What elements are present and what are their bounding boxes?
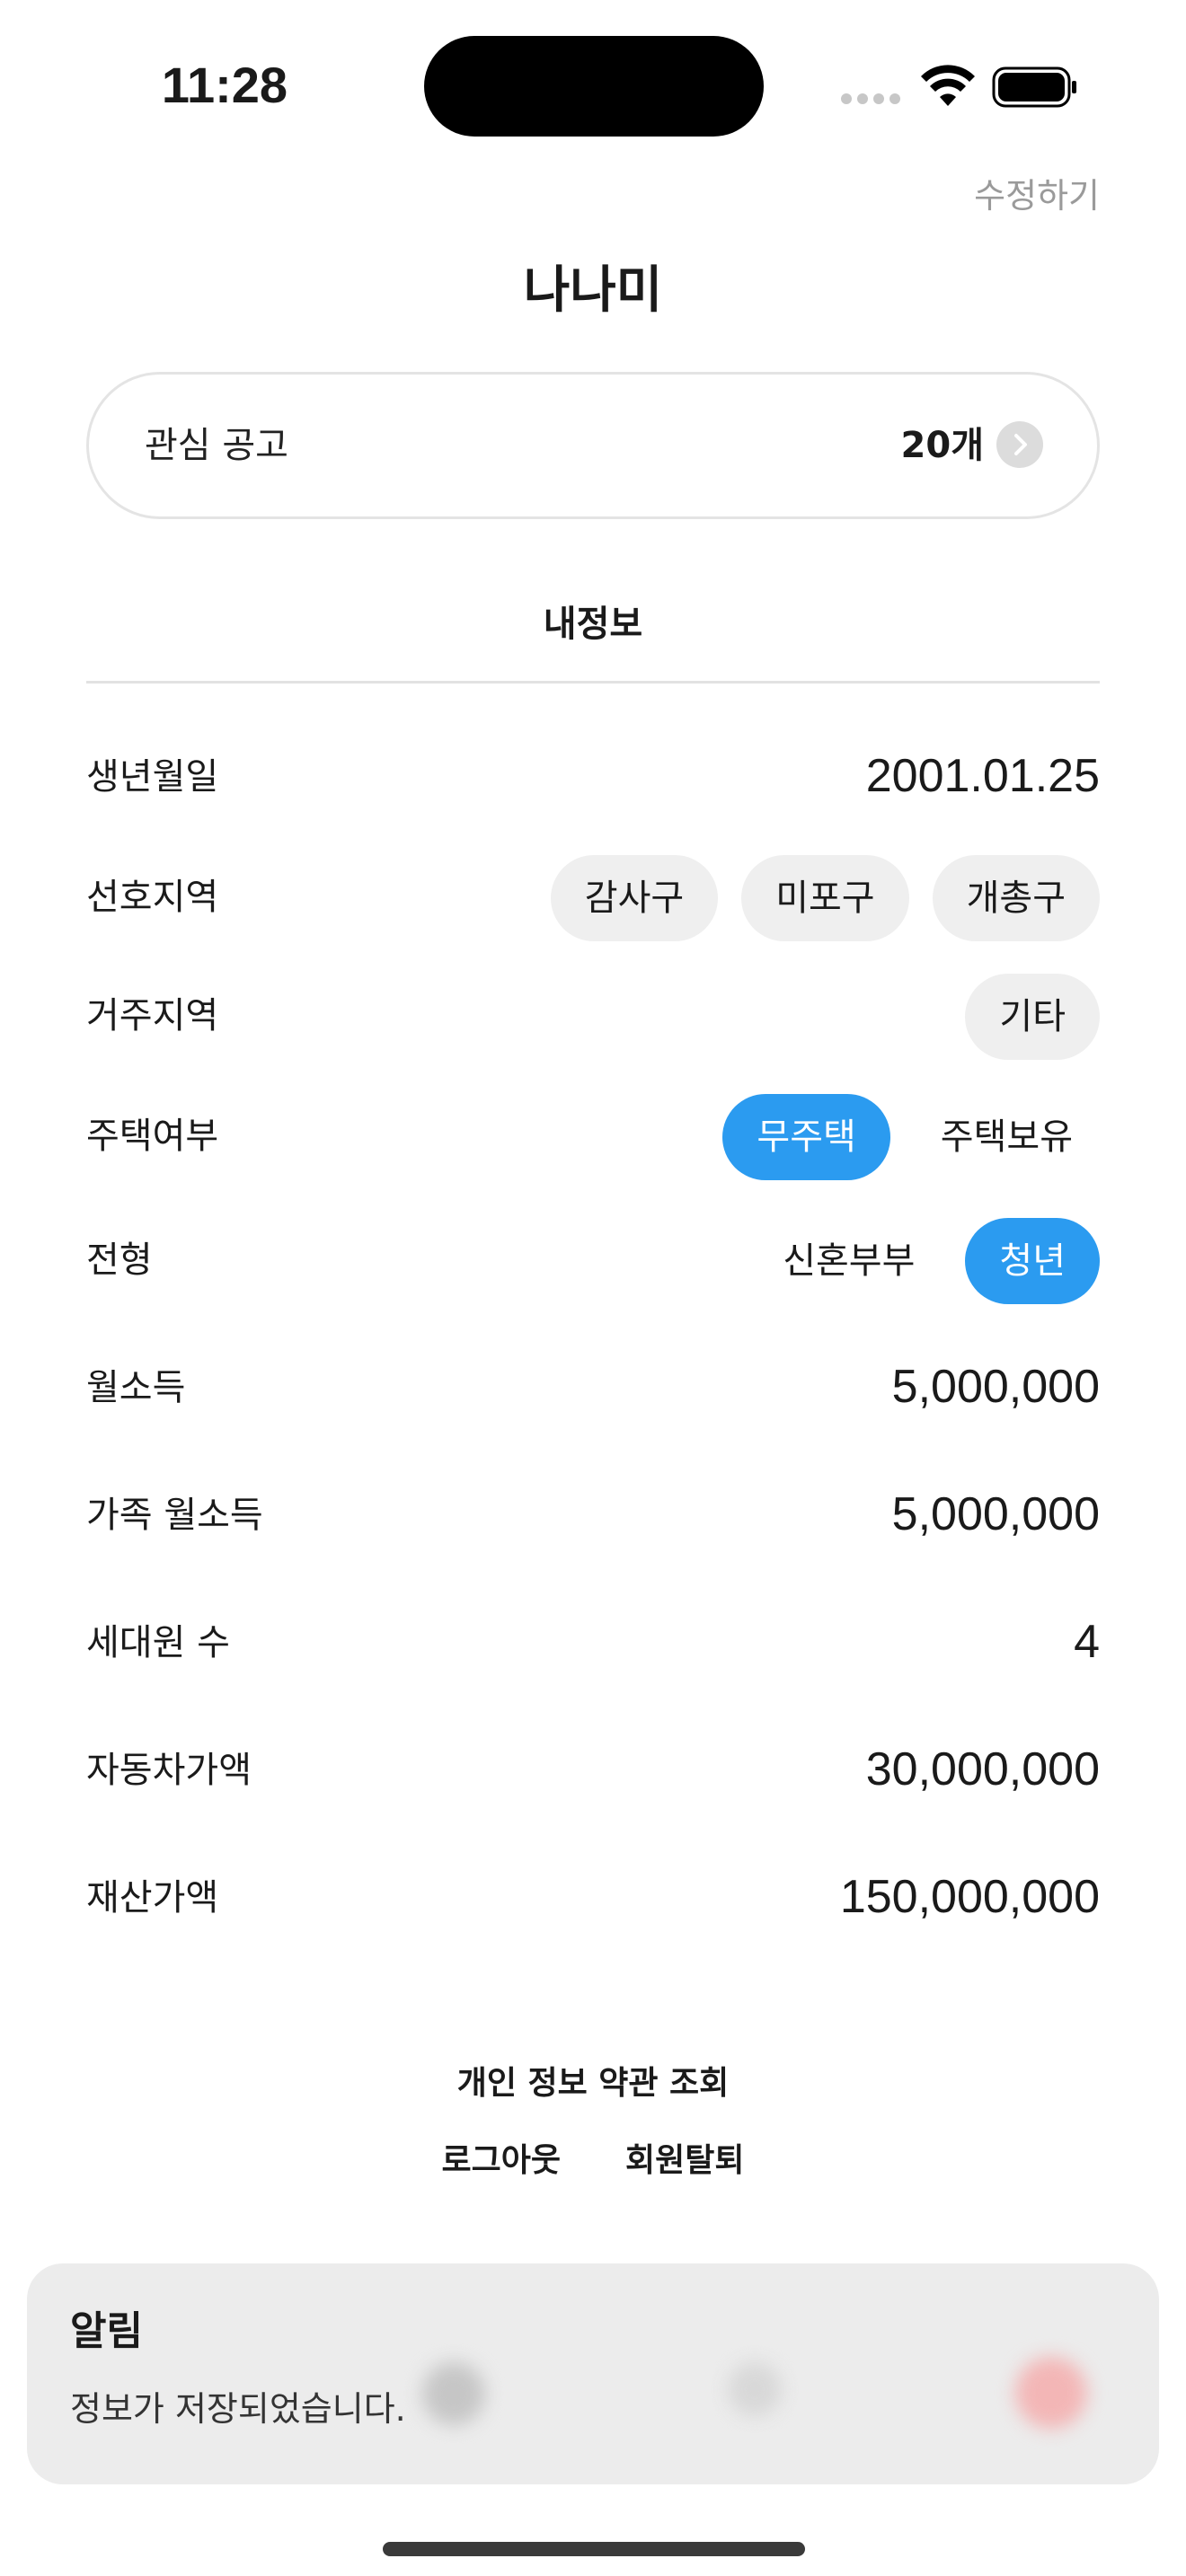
birth-value: 2001.01.25 xyxy=(865,750,1100,802)
toast-notification: 알림 정보가 저장되었습니다. xyxy=(27,2263,1159,2484)
toast-message: 정보가 저장되었습니다. xyxy=(70,2389,406,2429)
withdraw-link[interactable]: 회원탈퇴 xyxy=(625,2134,744,2188)
type-option-youth[interactable]: 청년 xyxy=(965,1218,1100,1304)
section-title: 내정보 xyxy=(543,604,643,645)
type-label: 전형 xyxy=(86,1239,153,1281)
birth-label: 생년월일 xyxy=(86,756,219,798)
monthly-income-value: 5,000,000 xyxy=(891,1361,1100,1413)
property-value-value: 150,000,000 xyxy=(839,1871,1100,1923)
residence-region-label: 거주지역 xyxy=(86,995,219,1037)
chevron-right-icon xyxy=(996,421,1043,468)
property-value-label: 재산가액 xyxy=(86,1877,219,1919)
housing-options: 무주택 주택보유 xyxy=(722,1094,1100,1180)
household-size-label: 세대원 수 xyxy=(86,1622,230,1663)
dynamic-island xyxy=(424,36,764,137)
type-option-newlywed[interactable]: 신혼부부 xyxy=(756,1218,942,1304)
home-indicator[interactable] xyxy=(383,2542,805,2556)
residence-region-chips: 기타 xyxy=(965,974,1100,1060)
blurred-tab-icon xyxy=(422,2362,485,2425)
car-value-value: 30,000,000 xyxy=(865,1743,1100,1795)
blurred-tab-icon xyxy=(1015,2357,1087,2429)
status-time: 11:28 xyxy=(161,57,288,113)
cellular-signal-icon xyxy=(841,93,904,104)
wifi-icon xyxy=(921,65,975,106)
battery-icon xyxy=(992,66,1076,108)
region-chip[interactable]: 미포구 xyxy=(741,855,909,941)
car-value-label: 자동차가액 xyxy=(86,1750,252,1791)
region-chip[interactable]: 감사구 xyxy=(550,855,719,941)
housing-option-no-house[interactable]: 무주택 xyxy=(722,1094,890,1180)
preferred-region-label: 선호지역 xyxy=(86,877,219,918)
interest-posts-card[interactable]: 관심 공고 20개 xyxy=(86,372,1100,519)
edit-button[interactable]: 수정하기 xyxy=(974,171,1100,221)
preferred-region-chips: 감사구 미포구 개총구 xyxy=(550,855,1100,941)
type-options: 신혼부부 청년 xyxy=(756,1218,1100,1304)
page-title: 나나미 xyxy=(523,261,663,320)
blurred-tab-icon xyxy=(728,2362,782,2416)
region-chip[interactable]: 개총구 xyxy=(932,855,1100,941)
housing-label: 주택여부 xyxy=(86,1116,219,1157)
account-links: 로그아웃 회원탈퇴 xyxy=(0,2134,1186,2188)
region-chip[interactable]: 기타 xyxy=(965,974,1100,1060)
household-size-value: 4 xyxy=(1074,1616,1100,1668)
interest-posts-label: 관심 공고 xyxy=(145,425,288,466)
family-income-value: 5,000,000 xyxy=(891,1488,1100,1540)
interest-posts-count: 20개 xyxy=(900,425,984,466)
logout-link[interactable]: 로그아웃 xyxy=(442,2134,561,2188)
toast-title: 알림 xyxy=(70,2308,143,2354)
section-divider xyxy=(86,681,1100,684)
privacy-terms-link[interactable]: 개인 정보 약관 조회 xyxy=(0,2057,1186,2111)
family-income-label: 가족 월소득 xyxy=(86,1495,263,1536)
housing-option-own-house[interactable]: 주택보유 xyxy=(914,1094,1100,1180)
monthly-income-label: 월소득 xyxy=(86,1367,186,1408)
